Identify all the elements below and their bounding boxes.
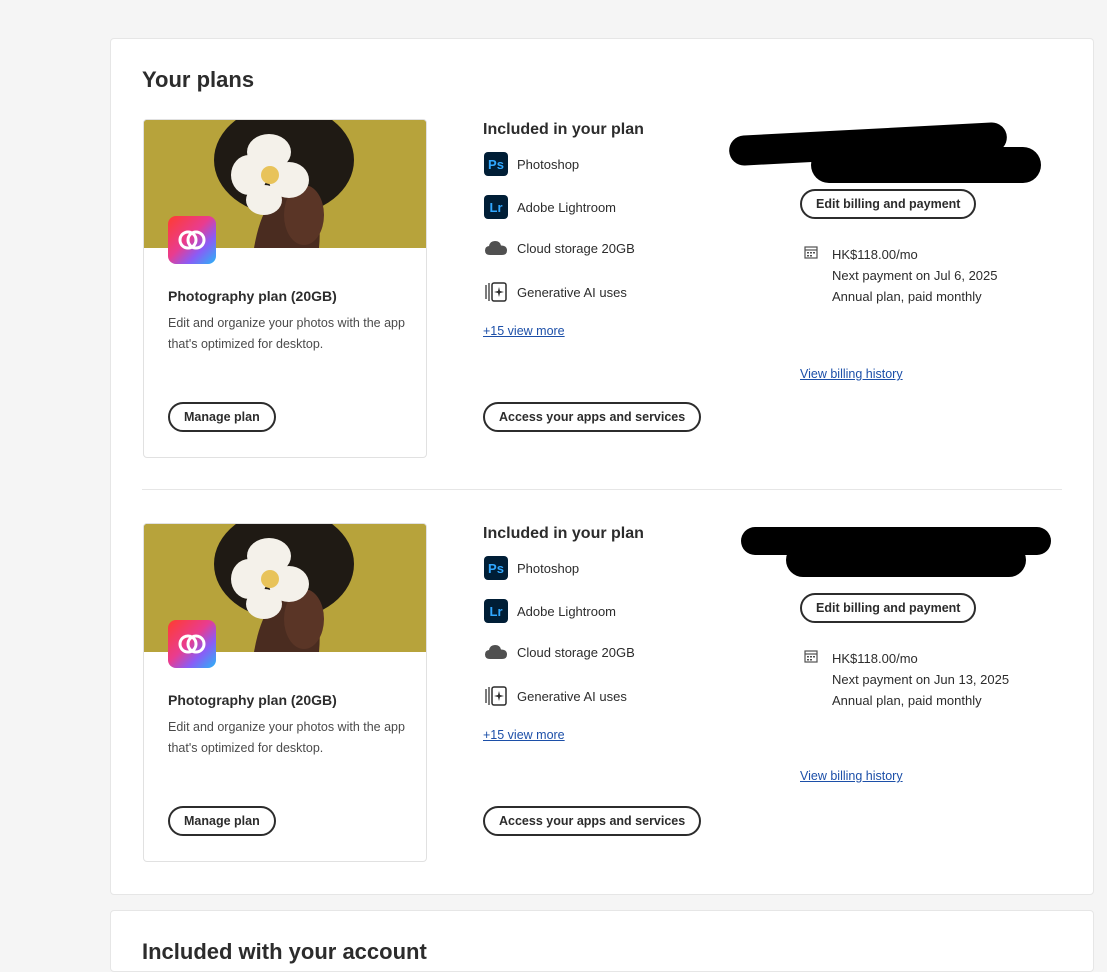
access-apps-button[interactable]: Access your apps and services xyxy=(483,806,702,836)
manage-plan-button[interactable]: Manage plan xyxy=(168,806,276,836)
page-title: Your plans xyxy=(142,67,255,92)
plan-section: Photography plan (20GB) Edit and organiz… xyxy=(111,523,1093,863)
manage-plan-button[interactable]: Manage plan xyxy=(168,402,276,432)
edit-billing-button[interactable]: Edit billing and payment xyxy=(800,189,977,219)
included-title: Included in your plan xyxy=(483,121,644,138)
cloud-icon xyxy=(483,236,509,260)
plan-card: Photography plan (20GB) Edit and organiz… xyxy=(143,523,427,862)
plan-price: HK$118.00/mo xyxy=(832,651,918,666)
included-item-genai: Generative AI uses xyxy=(483,279,627,305)
redaction-mark xyxy=(811,147,1041,183)
included-item-photoshop: Ps Photoshop xyxy=(483,555,579,581)
included-item-label: Generative AI uses xyxy=(517,284,627,300)
redaction-mark xyxy=(786,543,1026,577)
generative-ai-icon xyxy=(483,684,509,708)
included-item-label: Photoshop xyxy=(517,156,580,172)
plan-description: Edit and organize your photos with the a… xyxy=(168,720,405,755)
included-item-lightroom: Lr Adobe Lightroom xyxy=(483,194,616,220)
creative-cloud-icon xyxy=(168,216,216,264)
next-payment: Next payment on Jul 6, 2025 xyxy=(832,268,998,283)
plan-card: Photography plan (20GB) Edit and organiz… xyxy=(143,119,427,458)
included-item-label: Generative AI uses xyxy=(517,688,627,704)
section-title: Included with your account xyxy=(142,939,427,964)
plans-panel: Your plans Photography plan (20GB) Edit … xyxy=(110,38,1094,895)
included-item-lightroom: Lr Adobe Lightroom xyxy=(483,598,616,624)
included-item-storage: Cloud storage 20GB xyxy=(483,235,635,261)
plan-price: HK$118.00/mo xyxy=(832,247,918,262)
view-more-link[interactable]: +15 view more xyxy=(483,324,565,338)
view-billing-history-link[interactable]: View billing history xyxy=(800,769,903,783)
creative-cloud-icon xyxy=(168,620,216,668)
included-title: Included in your plan xyxy=(483,525,644,542)
calendar-icon xyxy=(804,649,818,668)
calendar-icon xyxy=(804,245,818,264)
included-item-photoshop: Ps Photoshop xyxy=(483,151,579,177)
lightroom-icon: Lr xyxy=(484,195,508,219)
included-item-label: Photoshop xyxy=(517,560,580,576)
plan-type: Annual plan, paid monthly xyxy=(832,289,982,304)
included-item-label: Cloud storage 20GB xyxy=(517,240,635,256)
cloud-icon xyxy=(483,640,509,664)
view-billing-history-link[interactable]: View billing history xyxy=(800,367,903,381)
lightroom-icon: Lr xyxy=(484,599,508,623)
included-item-genai: Generative AI uses xyxy=(483,683,627,709)
plan-section: Photography plan (20GB) Edit and organiz… xyxy=(111,119,1093,459)
included-with-account-panel: Included with your account xyxy=(110,910,1094,972)
plan-divider xyxy=(142,489,1062,490)
plan-type: Annual plan, paid monthly xyxy=(832,693,982,708)
plan-name: Photography plan (20GB) xyxy=(168,692,337,708)
plan-name: Photography plan (20GB) xyxy=(168,288,337,304)
photoshop-icon: Ps xyxy=(484,556,508,580)
included-item-label: Cloud storage 20GB xyxy=(517,644,635,660)
included-item-storage: Cloud storage 20GB xyxy=(483,639,635,665)
view-more-link[interactable]: +15 view more xyxy=(483,728,565,742)
included-item-label: Adobe Lightroom xyxy=(517,199,617,215)
access-apps-button[interactable]: Access your apps and services xyxy=(483,402,702,432)
plan-description: Edit and organize your photos with the a… xyxy=(168,316,405,351)
edit-billing-button[interactable]: Edit billing and payment xyxy=(800,593,977,623)
next-payment: Next payment on Jun 13, 2025 xyxy=(832,672,1010,687)
included-item-label: Adobe Lightroom xyxy=(517,603,617,619)
photoshop-icon: Ps xyxy=(484,152,508,176)
generative-ai-icon xyxy=(483,280,509,304)
